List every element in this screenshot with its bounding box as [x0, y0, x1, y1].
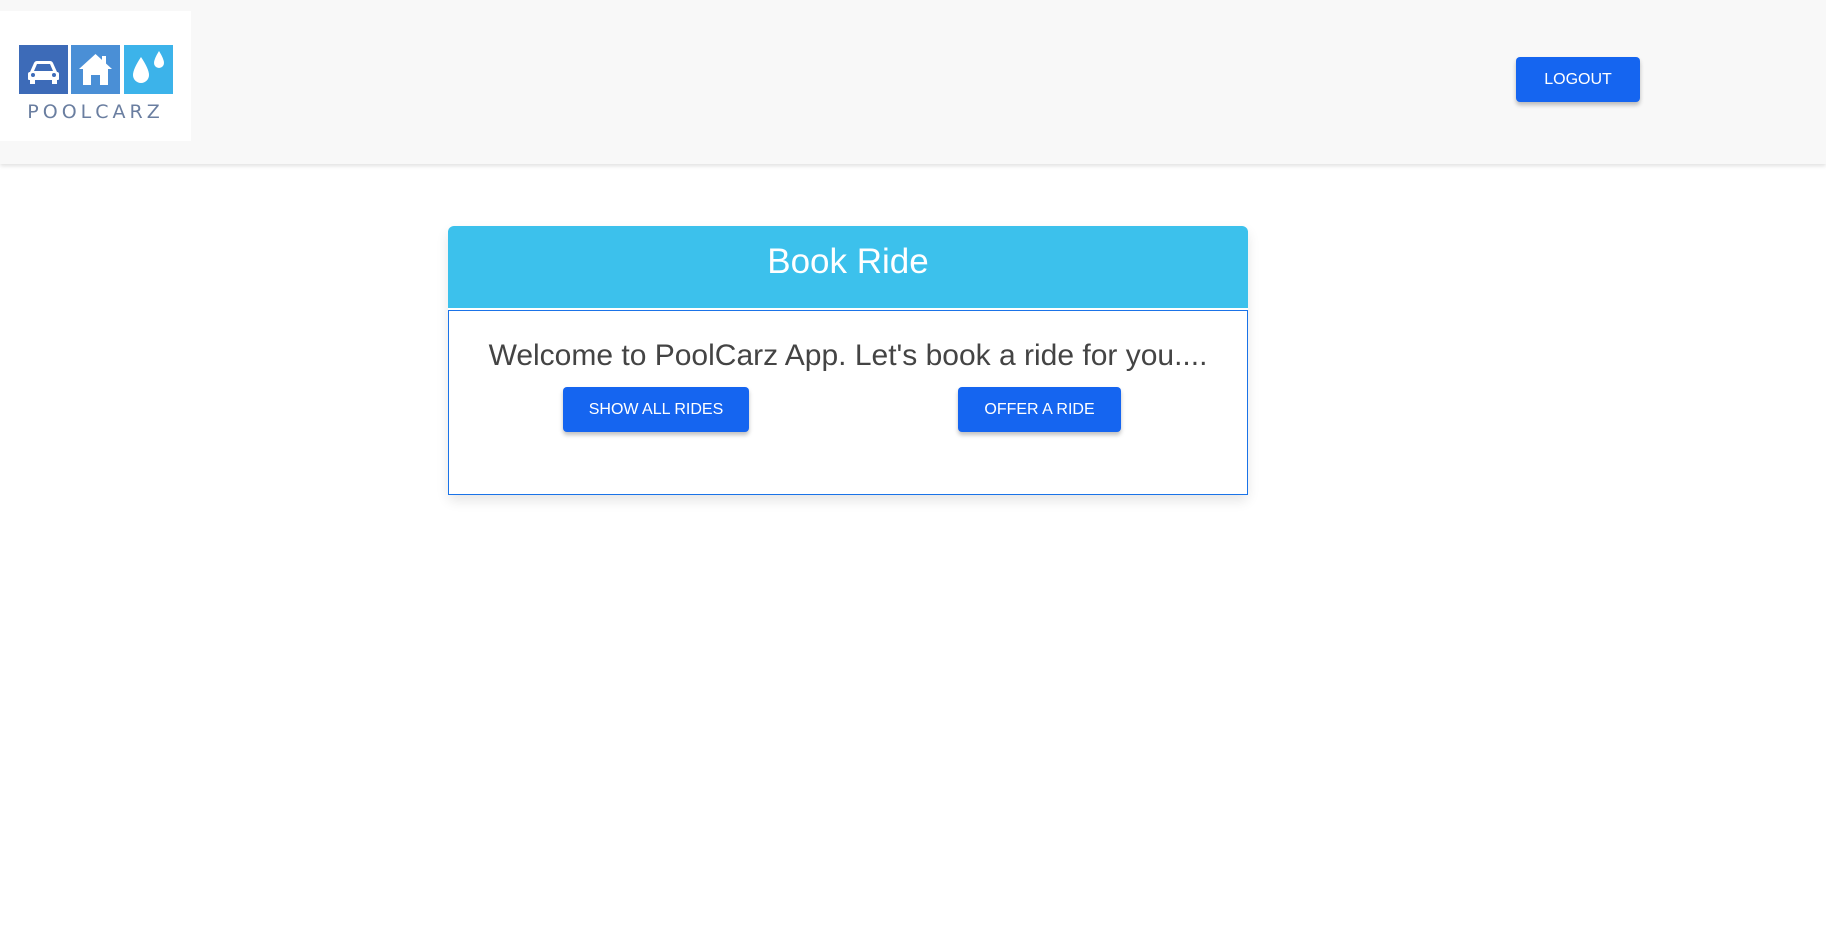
- house-icon: [71, 45, 120, 94]
- offer-ride-button[interactable]: OFFER A RIDE: [958, 387, 1121, 432]
- car-icon: [19, 45, 68, 94]
- show-all-rides-button[interactable]: SHOW ALL RIDES: [563, 387, 749, 432]
- poolcarz-logo[interactable]: POOLCARZ: [0, 11, 191, 141]
- book-ride-card: Book Ride Welcome to PoolCarz App. Let's…: [448, 226, 1248, 495]
- logout-button[interactable]: LOGOUT: [1516, 57, 1640, 102]
- navbar: POOLCARZ LOGOUT: [0, 0, 1826, 164]
- water-drops-icon: [124, 45, 173, 94]
- welcome-message: Welcome to PoolCarz App. Let's book a ri…: [488, 339, 1208, 372]
- card-body: Welcome to PoolCarz App. Let's book a ri…: [448, 310, 1248, 495]
- logo-text: POOLCARZ: [27, 101, 164, 123]
- card-title: Book Ride: [767, 242, 929, 281]
- card-header: Book Ride: [448, 226, 1248, 308]
